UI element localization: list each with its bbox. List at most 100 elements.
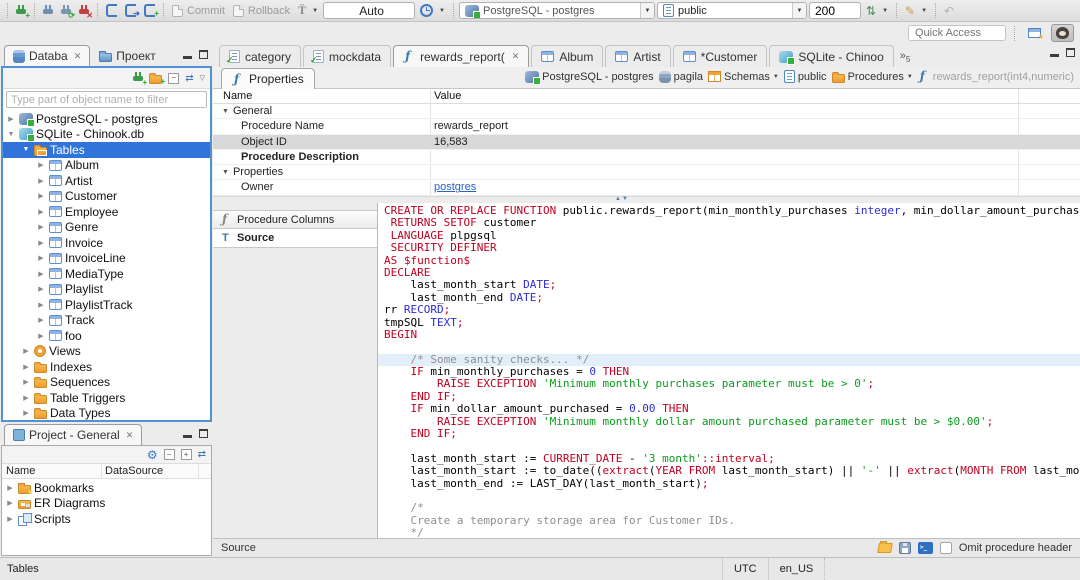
- expand-arrow-icon[interactable]: ▼: [6, 131, 16, 138]
- expand-arrow-icon[interactable]: ▼: [21, 146, 31, 153]
- reconnect-button[interactable]: ⟳: [58, 4, 75, 19]
- expand-arrow-icon[interactable]: ▶: [36, 270, 46, 278]
- tab-artist[interactable]: Artist: [605, 45, 671, 67]
- disconnect-button[interactable]: ✕: [76, 4, 93, 19]
- omit-procedure-header-checkbox[interactable]: [939, 542, 952, 554]
- open-sql-script-button[interactable]: ➜: [122, 3, 140, 18]
- breadcrumb-item-pagila[interactable]: pagila: [658, 70, 703, 83]
- tree-item-album[interactable]: ▶ Album: [3, 158, 210, 174]
- chevron-down-icon[interactable]: ▼: [907, 74, 913, 80]
- edit-button[interactable]: ✎ ▼: [902, 4, 930, 18]
- expand-arrow-icon[interactable]: ▶: [36, 254, 46, 262]
- close-icon[interactable]: ✕: [74, 51, 82, 62]
- load-from-file-icon[interactable]: [876, 543, 893, 553]
- refresh-button[interactable]: ⇅ ▼: [863, 4, 891, 18]
- tree-item-tables[interactable]: ▼ Tables: [3, 142, 210, 158]
- tab-database-navigator[interactable]: Databa ✕: [4, 45, 91, 66]
- expand-arrow-icon[interactable]: ▶: [36, 177, 46, 185]
- open-perspective-button[interactable]: [1023, 24, 1046, 42]
- tab-projects[interactable]: Проект: [90, 45, 165, 66]
- tab-properties[interactable]: Properties: [221, 68, 315, 89]
- prop-row-owner[interactable]: Owner postgres: [213, 180, 1080, 196]
- tree-item-data-types[interactable]: ▶ Data Types: [3, 406, 210, 420]
- chevron-down-icon[interactable]: ▼: [773, 74, 779, 80]
- breadcrumb-item-postgresql-postgres[interactable]: PostgreSQL - postgres: [525, 70, 654, 85]
- tree-item-employee[interactable]: ▶ Employee: [3, 204, 210, 220]
- new-sql-editor-button[interactable]: +: [141, 3, 159, 18]
- expand-arrow-icon[interactable]: ▶: [36, 332, 46, 340]
- tab-rewards-report[interactable]: rewards_report(✕: [393, 45, 530, 67]
- expand-all-icon[interactable]: +: [180, 449, 192, 460]
- expand-arrow-icon[interactable]: ▶: [21, 347, 31, 355]
- tree-item-genre[interactable]: ▶ Genre: [3, 220, 210, 236]
- prop-row-object-id[interactable]: Object ID 16,583: [213, 134, 1080, 150]
- column-name[interactable]: Name: [223, 90, 252, 102]
- dbeaver-perspective-button[interactable]: [1051, 24, 1074, 42]
- expand-arrow-icon[interactable]: ▶: [21, 409, 31, 417]
- tree-item-postgresql-postgres[interactable]: ▶ PostgreSQL - postgres: [3, 111, 210, 127]
- expand-arrow-icon[interactable]: ▼: [222, 108, 229, 115]
- connection-select[interactable]: PostgreSQL - postgres ▼: [459, 2, 655, 19]
- save-to-file-icon[interactable]: [898, 542, 911, 554]
- column-name[interactable]: Name: [6, 465, 35, 477]
- tab-project-general[interactable]: Project - General ✕: [4, 424, 143, 445]
- expand-arrow-icon[interactable]: ▼: [222, 169, 229, 176]
- maximize-icon[interactable]: [199, 429, 208, 438]
- minimize-icon[interactable]: [1050, 53, 1059, 57]
- tab-mockdata[interactable]: mockdata: [303, 45, 392, 67]
- breadcrumb-item-public[interactable]: public: [783, 70, 827, 83]
- new-connection-icon[interactable]: +: [133, 72, 147, 87]
- expand-arrow-icon[interactable]: ▶: [36, 161, 46, 169]
- sql-editor-button[interactable]: [103, 3, 120, 18]
- locale-indicator[interactable]: en_US: [767, 558, 826, 580]
- prop-row-procedure-description[interactable]: Procedure Description: [213, 150, 1080, 166]
- expand-arrow-icon[interactable]: ▶: [36, 239, 46, 247]
- tab-category[interactable]: category: [219, 45, 302, 67]
- column-datasource[interactable]: DataSource: [105, 465, 163, 477]
- expand-arrow-icon[interactable]: ▶: [36, 285, 46, 293]
- column-value[interactable]: Value: [434, 90, 461, 102]
- tab-sqlite-chinoo[interactable]: SQLite - Chinoo: [769, 45, 894, 67]
- link-with-editor-icon[interactable]: ⇄: [198, 449, 206, 460]
- tree-item-foo[interactable]: ▶ foo: [3, 328, 210, 344]
- tree-item-invoiceline[interactable]: ▶ InvoiceLine: [3, 251, 210, 267]
- sash-handle-icon[interactable]: ▲▼: [615, 196, 629, 202]
- quick-access-input[interactable]: [908, 25, 1006, 41]
- timezone-indicator[interactable]: UTC: [722, 558, 768, 580]
- collapse-all-icon[interactable]: −: [168, 72, 180, 84]
- tree-item-track[interactable]: ▶ Track: [3, 313, 210, 329]
- tree-item-indexes[interactable]: ▶ Indexes: [3, 359, 210, 375]
- expand-arrow-icon[interactable]: ▶: [36, 223, 46, 231]
- owner-link[interactable]: postgres: [434, 181, 476, 193]
- close-icon[interactable]: ✕: [126, 430, 134, 441]
- tree-item-customer[interactable]: ▶ Customer: [3, 189, 210, 205]
- schema-select[interactable]: public ▼: [657, 2, 807, 19]
- expand-arrow-icon[interactable]: ▶: [6, 115, 16, 123]
- prop-row-properties[interactable]: ▼ Properties: [213, 165, 1080, 181]
- tree-item-invoice[interactable]: ▶ Invoice: [3, 235, 210, 251]
- tree-item-playlisttrack[interactable]: ▶ PlaylistTrack: [3, 297, 210, 313]
- expand-arrow-icon[interactable]: ▶: [5, 515, 15, 523]
- tree-item-mediatype[interactable]: ▶ MediaType: [3, 266, 210, 282]
- maximize-icon[interactable]: [199, 50, 208, 59]
- minimize-icon[interactable]: [183, 434, 192, 438]
- tab-procedure-columns[interactable]: Procedure Columns: [213, 210, 377, 229]
- expand-arrow-icon[interactable]: ▶: [21, 394, 31, 402]
- source-code-editor[interactable]: CREATE OR REPLACE FUNCTION public.reward…: [378, 203, 1080, 538]
- new-connection-button[interactable]: +: [13, 4, 30, 19]
- connect-button[interactable]: [40, 4, 56, 18]
- project-item-scripts[interactable]: ▶ Scripts: [2, 511, 211, 527]
- tree-item-table-triggers[interactable]: ▶ Table Triggers: [3, 390, 210, 406]
- breadcrumb-item-schemas[interactable]: Schemas ▼: [708, 71, 779, 83]
- expand-arrow-icon[interactable]: ▶: [36, 301, 46, 309]
- rollback-button[interactable]: Rollback: [230, 4, 293, 18]
- object-filter-input[interactable]: [6, 91, 207, 108]
- tab-source[interactable]: Source: [213, 229, 377, 248]
- prop-row-procedure-name[interactable]: Procedure Name rewards_report: [213, 119, 1080, 135]
- tx-history-button[interactable]: ▼: [417, 3, 448, 18]
- fetch-size-input[interactable]: [809, 2, 861, 19]
- expand-arrow-icon[interactable]: ▶: [36, 316, 46, 324]
- tree-item-artist[interactable]: ▶ Artist: [3, 173, 210, 189]
- project-item-er-diagrams[interactable]: ▶ ER Diagrams: [2, 496, 211, 512]
- prop-row-general[interactable]: ▼ General: [213, 104, 1080, 120]
